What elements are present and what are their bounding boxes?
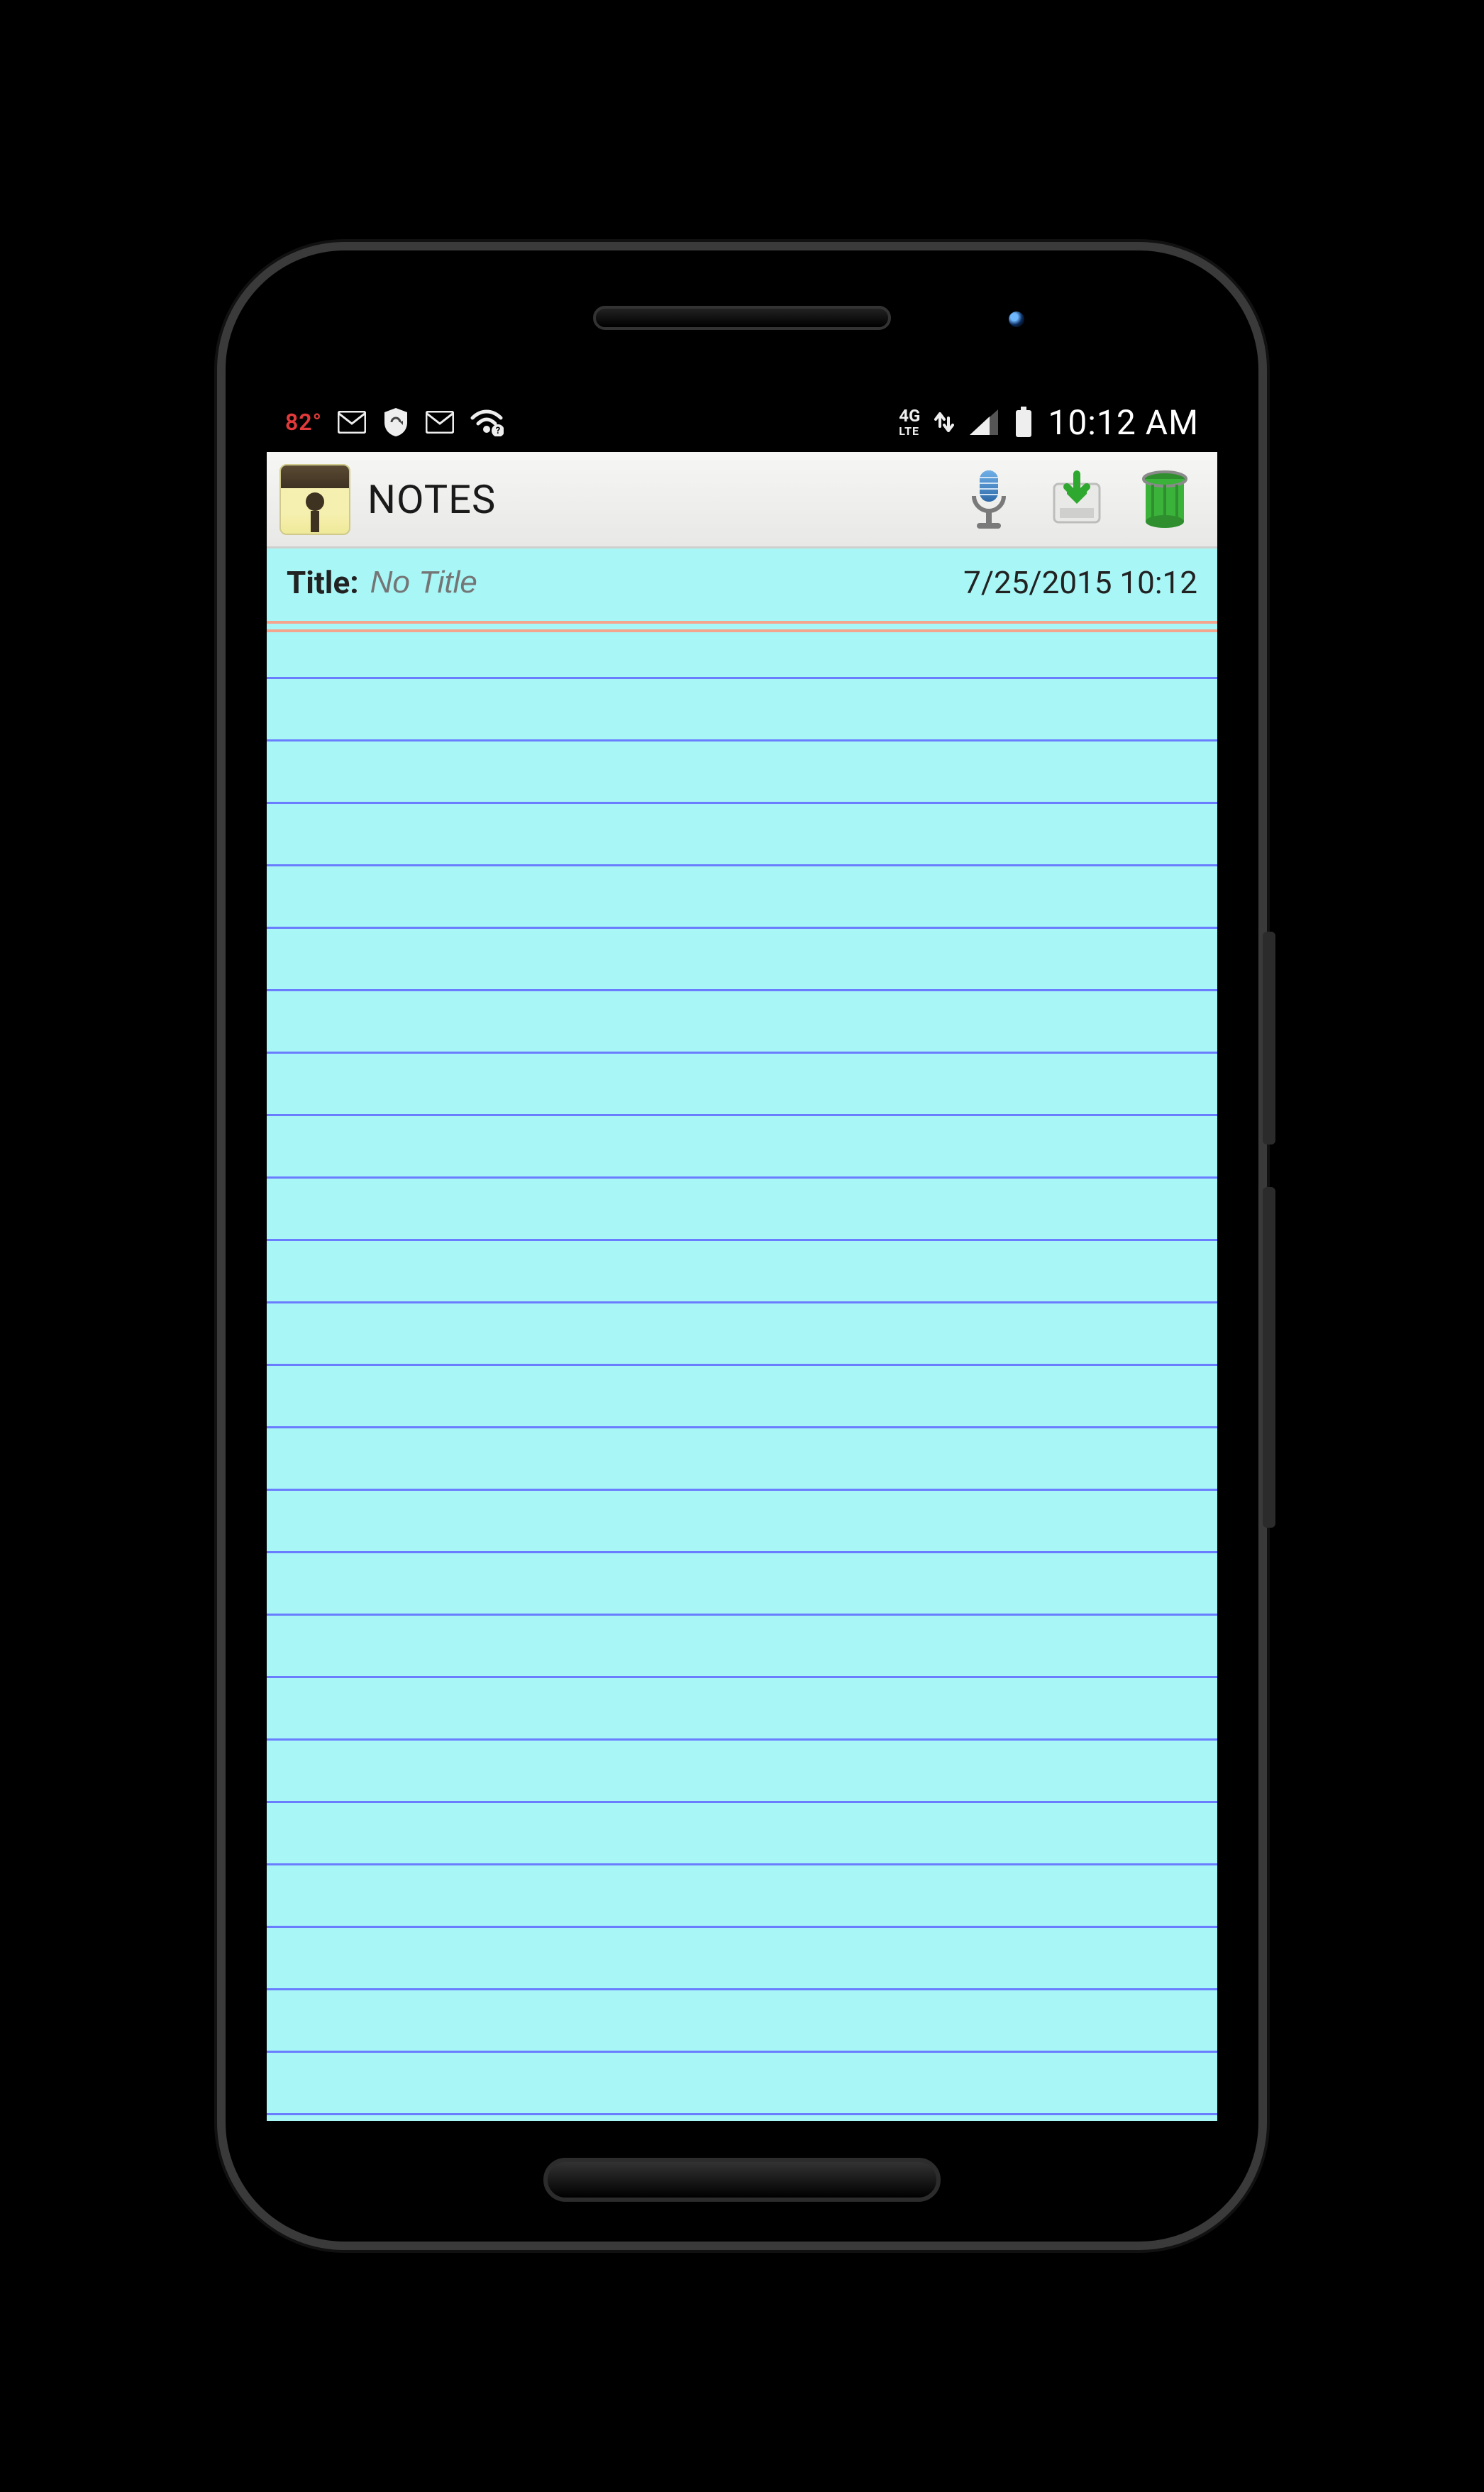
wifi-help-icon: ? bbox=[470, 408, 504, 436]
mail-icon bbox=[338, 411, 366, 434]
voice-record-button[interactable] bbox=[953, 464, 1024, 535]
svg-text:?: ? bbox=[496, 426, 500, 436]
app-lock-notes-icon bbox=[279, 464, 350, 535]
phone-frame: 82° bbox=[217, 242, 1267, 2250]
battery-icon bbox=[1014, 407, 1034, 438]
app-bar: NOTES bbox=[267, 452, 1217, 548]
title-label: Title: bbox=[287, 564, 359, 601]
data-arrows-icon bbox=[934, 408, 954, 436]
power-button[interactable] bbox=[1263, 1187, 1275, 1528]
shield-sync-icon bbox=[382, 407, 410, 438]
status-clock: 10:12 AM bbox=[1048, 402, 1199, 443]
delete-trash-button[interactable] bbox=[1129, 464, 1200, 535]
volume-rocker[interactable] bbox=[1263, 932, 1275, 1145]
note-title-input[interactable] bbox=[370, 565, 963, 600]
mail-icon bbox=[426, 411, 454, 434]
network-type-indicator: 4G LTE bbox=[899, 407, 920, 438]
note-title-bar: Title: 7/25/2015 10:12 bbox=[267, 548, 1217, 617]
save-download-button[interactable] bbox=[1041, 464, 1112, 535]
status-bar: 82° bbox=[267, 392, 1217, 452]
earpiece-speaker bbox=[593, 306, 891, 330]
network-label: 4G bbox=[899, 407, 920, 424]
screen: 82° bbox=[267, 392, 1217, 2121]
proximity-sensor bbox=[1009, 312, 1024, 327]
note-body-input[interactable] bbox=[284, 638, 1200, 2112]
signal-strength-icon bbox=[968, 408, 1000, 436]
bottom-speaker bbox=[543, 2158, 941, 2202]
temperature-indicator: 82° bbox=[285, 409, 322, 436]
network-sublabel: LTE bbox=[899, 424, 919, 438]
app-title: NOTES bbox=[367, 476, 496, 523]
note-datetime: 7/25/2015 10:12 bbox=[963, 564, 1197, 601]
note-paper bbox=[267, 617, 1217, 2121]
